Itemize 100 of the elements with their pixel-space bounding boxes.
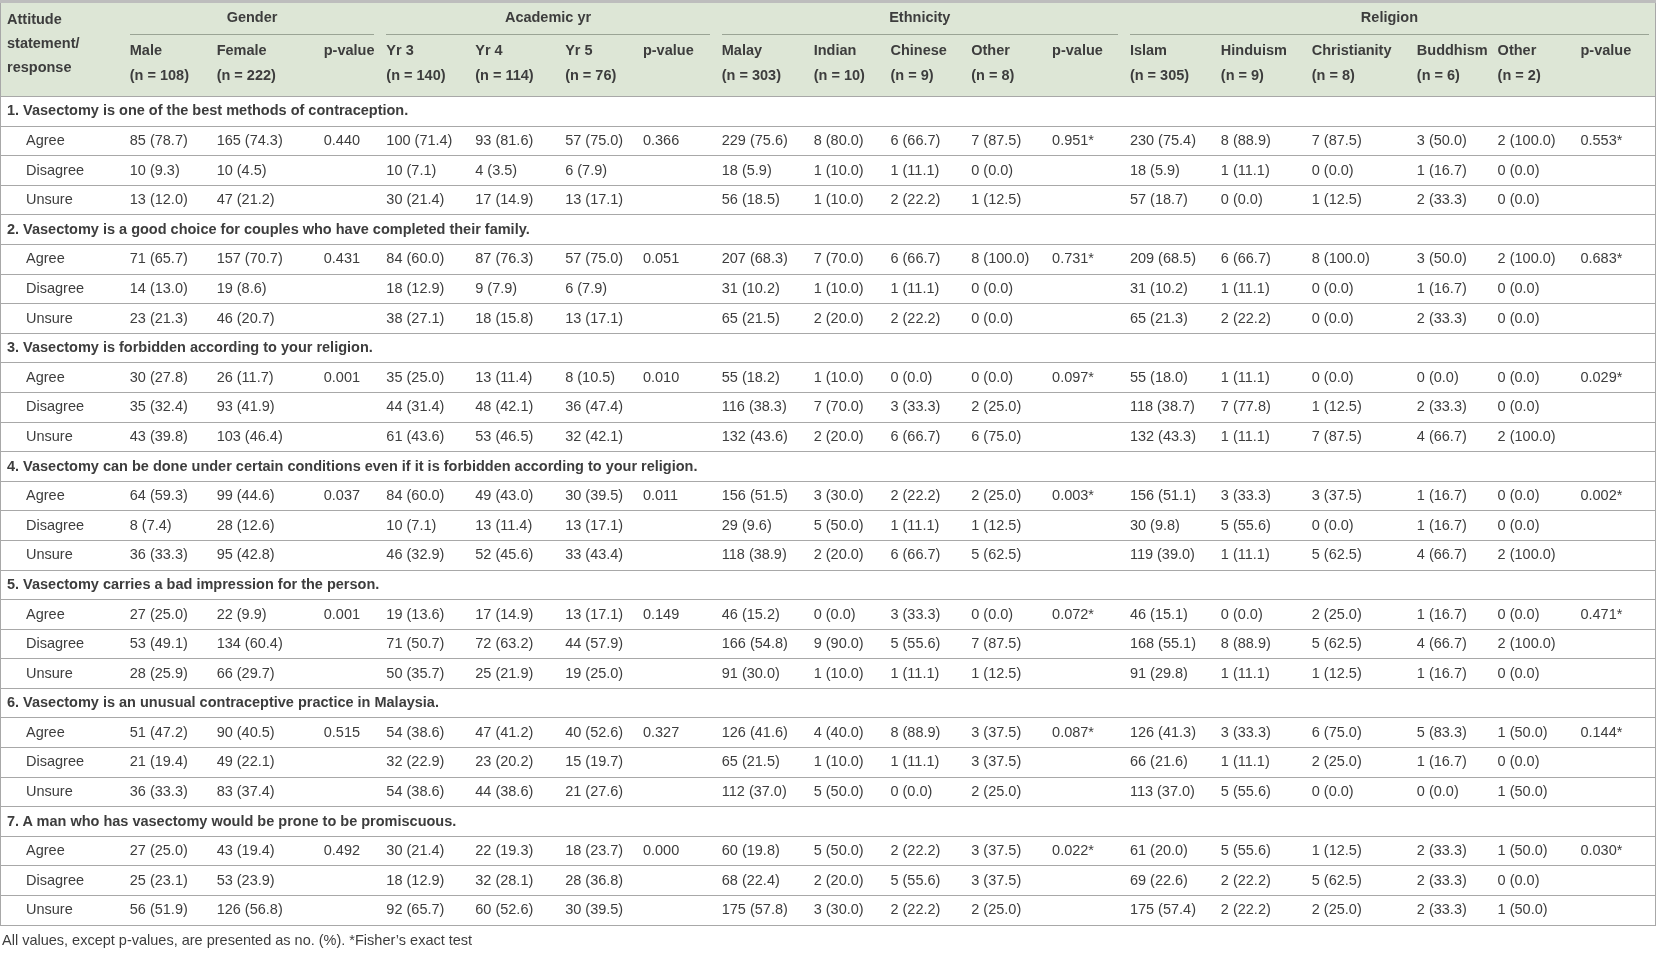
column-header: Hinduism bbox=[1220, 40, 1288, 60]
table-cell: 71 (50.7) bbox=[386, 635, 445, 652]
column-header: Other bbox=[971, 40, 1011, 60]
table-cell: 19 (8.6) bbox=[216, 280, 267, 296]
table-cell: 0 (0.0) bbox=[890, 783, 933, 800]
table-cell: 18 (23.7) bbox=[565, 842, 624, 859]
table-cell: 8 (7.4) bbox=[129, 516, 172, 533]
table-cell: 30 (21.4) bbox=[386, 842, 445, 859]
row-label: Agree bbox=[26, 487, 65, 504]
table-cell: 0 (0.0) bbox=[971, 280, 1014, 296]
table-cell: 113 (37.0) bbox=[1129, 783, 1195, 800]
table-cell: 9 (7.9) bbox=[475, 280, 518, 296]
table-cell: 1 (16.7) bbox=[1416, 664, 1467, 681]
table-cell: 17 (14.9) bbox=[475, 191, 534, 208]
column-header: (n = 140) bbox=[386, 65, 447, 85]
table-cell: 2 (100.0) bbox=[1497, 635, 1556, 652]
row-label: Unsure bbox=[26, 546, 73, 563]
table-cell: 1 (12.5) bbox=[971, 516, 1022, 533]
table-cell: 1 (11.1) bbox=[1220, 280, 1270, 296]
table-cell: 83 (37.4) bbox=[216, 783, 275, 800]
table-cell: 1 (50.0) bbox=[1497, 842, 1548, 859]
table-cell: 3 (30.0) bbox=[813, 487, 864, 504]
table-cell: 32 (42.1) bbox=[565, 427, 624, 444]
table-cell: 0 (0.0) bbox=[1497, 309, 1540, 326]
table-cell: 0 (0.0) bbox=[1311, 280, 1354, 296]
table-cell: 1 (11.1) bbox=[1220, 161, 1270, 178]
table-cell: 54 (38.6) bbox=[386, 783, 445, 800]
table-cell: 10 (7.1) bbox=[386, 516, 437, 533]
table-cell: 18 (12.9) bbox=[386, 871, 445, 888]
table-cell: 0.010 bbox=[642, 368, 680, 385]
table-cell: 1 (11.1) bbox=[1220, 664, 1270, 681]
table-cell: 1 (12.5) bbox=[1311, 664, 1362, 681]
table-cell: 1 (11.1) bbox=[890, 516, 940, 533]
section-heading: 5. Vasectomy carries a bad impression for the person. bbox=[7, 575, 380, 592]
table-cell: 36 (33.3) bbox=[129, 546, 188, 563]
column-header: (n = 8) bbox=[1311, 65, 1356, 85]
table-cell: 2 (22.2) bbox=[890, 901, 941, 918]
table-cell: 60 (19.8) bbox=[721, 842, 780, 859]
table-cell: 2 (25.0) bbox=[1311, 901, 1362, 918]
table-cell: 0.149 bbox=[642, 605, 680, 622]
table-cell: 0 (0.0) bbox=[1311, 516, 1354, 533]
column-header: Attitude statement/ response bbox=[0, 1, 124, 97]
table-cell: 47 (41.2) bbox=[475, 723, 534, 740]
table-cell: 61 (43.6) bbox=[386, 427, 445, 444]
table-cell: 1 (11.1) bbox=[1220, 368, 1270, 385]
table-cell: 157 (70.7) bbox=[216, 250, 283, 267]
table-cell: 7 (87.5) bbox=[1311, 132, 1362, 148]
table-cell: 49 (22.1) bbox=[216, 753, 275, 770]
column-header: Christianity bbox=[1311, 40, 1393, 60]
row-label: Disagree bbox=[26, 871, 85, 888]
table-cell: 57 (75.0) bbox=[565, 250, 624, 267]
table-cell: 13 (17.1) bbox=[565, 605, 624, 622]
table-footnote: All values, except p-values, are presented as no. (%). *Fisher’s exact test bbox=[2, 931, 473, 948]
table-cell: 2 (33.3) bbox=[1416, 842, 1467, 859]
table-cell: 1 (10.0) bbox=[813, 191, 864, 208]
row-label: Agree bbox=[26, 723, 65, 740]
table-cell: 28 (12.6) bbox=[216, 516, 275, 533]
table-cell: 46 (32.9) bbox=[386, 546, 445, 563]
table-cell: 3 (37.5) bbox=[1311, 487, 1362, 504]
table-cell: 0.553* bbox=[1580, 132, 1623, 148]
column-header: p-value bbox=[1580, 40, 1633, 60]
column-header: Chinese bbox=[890, 40, 948, 60]
table-cell: 0.000 bbox=[642, 842, 680, 859]
table-cell: 91 (29.8) bbox=[1129, 664, 1188, 681]
table-cell: 85 (78.7) bbox=[129, 132, 188, 148]
table-cell: 84 (60.0) bbox=[386, 487, 445, 504]
table-cell: 30 (39.5) bbox=[565, 901, 624, 918]
table-cell: 7 (87.5) bbox=[1311, 427, 1362, 444]
table-cell: 2 (100.0) bbox=[1497, 132, 1556, 148]
table-cell: 0.144* bbox=[1580, 723, 1623, 740]
table-cell: 0 (0.0) bbox=[1220, 191, 1263, 208]
column-header: (n = 222) bbox=[216, 65, 277, 85]
row-label: Unsure bbox=[26, 309, 73, 326]
table-cell: 0 (0.0) bbox=[1497, 516, 1540, 533]
table-cell: 8 (100.0) bbox=[971, 250, 1030, 267]
table-cell: 87 (76.3) bbox=[475, 250, 534, 267]
table-cell: 100 (71.4) bbox=[386, 132, 453, 148]
table-cell: 44 (38.6) bbox=[475, 783, 534, 800]
table-cell: 8 (88.9) bbox=[890, 723, 941, 740]
table-cell: 5 (62.5) bbox=[1311, 871, 1362, 888]
table-cell: 165 (74.3) bbox=[216, 132, 283, 148]
table-cell: 0.001 bbox=[323, 605, 360, 622]
table-cell: 0 (0.0) bbox=[1497, 664, 1540, 681]
table-cell: 1 (16.7) bbox=[1416, 280, 1467, 296]
table-cell: 1 (10.0) bbox=[813, 753, 864, 770]
column-header: (n = 10) bbox=[813, 65, 866, 85]
group-header: Religion bbox=[1129, 7, 1649, 35]
section-heading: 4. Vasectomy can be done under certain conditions even if it is forbidden according to your religion. bbox=[7, 457, 698, 474]
table-cell: 23 (20.2) bbox=[475, 753, 534, 770]
row-label: Unsure bbox=[26, 427, 73, 444]
row-label: Agree bbox=[26, 368, 65, 385]
section-heading: 1. Vasectomy is one of the best methods of contraception. bbox=[7, 102, 409, 119]
table-cell: 118 (38.7) bbox=[1129, 398, 1195, 415]
column-header: (n = 114) bbox=[475, 65, 535, 85]
table-cell: 0.431 bbox=[323, 250, 360, 267]
table-cell: 5 (55.6) bbox=[890, 871, 941, 888]
table-cell: 132 (43.3) bbox=[1129, 427, 1196, 444]
row-label: Agree bbox=[26, 842, 65, 859]
row-label: Disagree bbox=[26, 753, 85, 770]
section-heading: 7. A man who has vasectomy would be prone to be promiscuous. bbox=[7, 812, 457, 829]
